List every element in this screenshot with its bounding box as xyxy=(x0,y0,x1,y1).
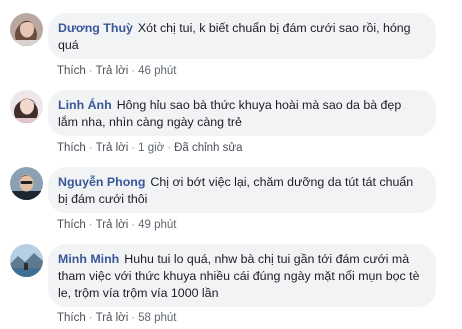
like-link[interactable]: Thích xyxy=(57,142,86,154)
comment-time[interactable]: 46 phút xyxy=(138,65,176,77)
separator-dot: · xyxy=(88,312,93,324)
comment-bubble: Nguyễn Phong Chị ơi bớt việc lại, chăm dư… xyxy=(48,167,436,213)
separator-dot: · xyxy=(88,65,93,77)
comment-author[interactable]: Nguyễn Phong xyxy=(58,175,145,189)
comment-actions: Thích · Trả lời · 49 phút xyxy=(57,219,177,231)
avatar[interactable] xyxy=(10,244,43,277)
reply-link[interactable]: Trả lời xyxy=(96,142,129,154)
comment-time[interactable]: 58 phút xyxy=(138,312,176,324)
separator-dot: · xyxy=(131,219,136,231)
comment-actions: Thích · Trả lời · 1 giờ · Đã chỉnh sửa xyxy=(57,142,243,154)
avatar[interactable] xyxy=(10,90,43,123)
comment-bubble: Dương Thuỳ Xót chị tui, k biết chuẩn bị đ… xyxy=(48,13,436,59)
separator-dot: · xyxy=(131,312,136,324)
separator-dot: · xyxy=(131,65,136,77)
comment-actions: Thích · Trả lời · 58 phút xyxy=(57,312,177,324)
comment-time[interactable]: 1 giờ xyxy=(138,142,164,154)
separator-dot: · xyxy=(131,142,136,154)
separator-dot: · xyxy=(88,142,93,154)
comment-author[interactable]: Dương Thuỳ xyxy=(58,21,133,35)
separator-dot: · xyxy=(88,219,93,231)
comment-time[interactable]: 49 phút xyxy=(138,219,176,231)
reply-link[interactable]: Trả lời xyxy=(96,65,129,77)
comment-bubble: Minh Minh Huhu tui lo quá, nhw bà chị tui… xyxy=(48,244,436,307)
comment-author[interactable]: Linh Ánh xyxy=(58,98,112,112)
reply-link[interactable]: Trả lời xyxy=(96,312,129,324)
like-link[interactable]: Thích xyxy=(57,65,86,77)
comment-author[interactable]: Minh Minh xyxy=(58,252,119,266)
reply-link[interactable]: Trả lời xyxy=(96,219,129,231)
comment-bubble: Linh Ánh Hông hỉu sao bà thức khuya hoài … xyxy=(48,90,436,136)
separator-dot: · xyxy=(167,142,172,154)
comment-actions: Thích · Trả lời · 46 phút xyxy=(57,65,177,77)
like-link[interactable]: Thích xyxy=(57,312,86,324)
avatar[interactable] xyxy=(10,13,43,46)
like-link[interactable]: Thích xyxy=(57,219,86,231)
edited-link[interactable]: Đã chỉnh sửa xyxy=(174,142,242,154)
avatar[interactable] xyxy=(10,167,43,200)
